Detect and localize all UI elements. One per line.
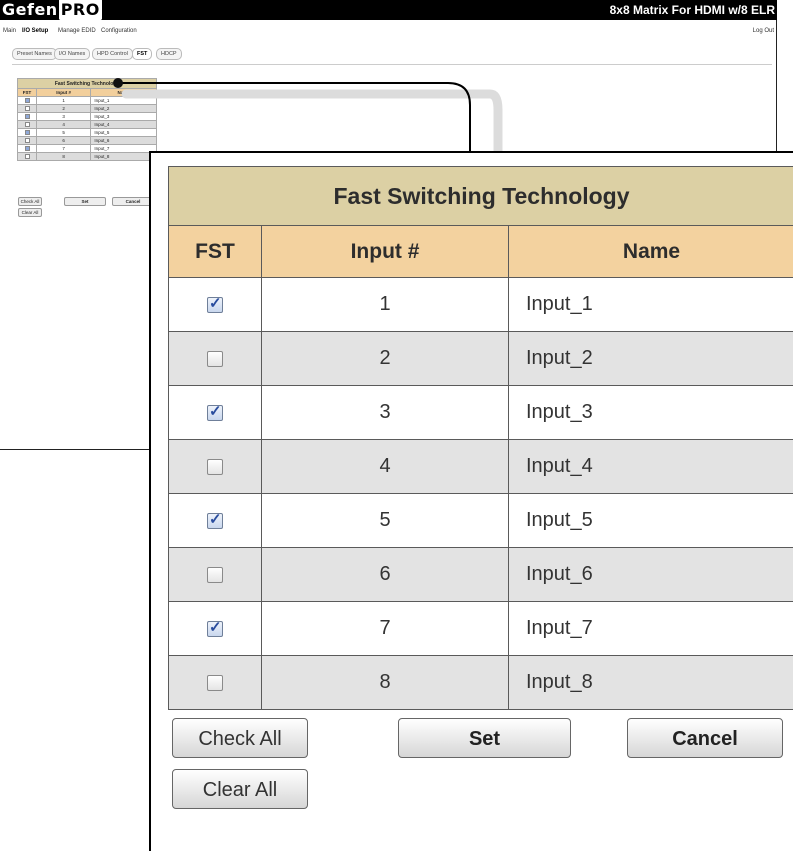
callout-dot-icon xyxy=(113,78,123,88)
cancel-button[interactable]: Cancel xyxy=(627,718,783,758)
fst-checkbox-4[interactable] xyxy=(207,459,223,475)
fst-checkbox-7[interactable] xyxy=(207,621,223,637)
input-number: 6 xyxy=(262,548,509,602)
set-button[interactable]: Set xyxy=(398,718,571,758)
fst-checkbox-2[interactable] xyxy=(207,351,223,367)
input-name: Input_4 xyxy=(509,440,793,494)
fst-table: Fast Switching Technology FST Input # Na… xyxy=(168,166,793,710)
fst-zoom-panel: Fast Switching Technology FST Input # Na… xyxy=(149,151,793,851)
input-number: 2 xyxy=(262,332,509,386)
check-all-button[interactable]: Check All xyxy=(172,718,308,758)
input-number: 1 xyxy=(262,278,509,332)
input-name: Input_3 xyxy=(509,386,793,440)
table-row: 8 Input_8 xyxy=(169,656,793,710)
header-name: Name xyxy=(509,226,793,278)
input-name: Input_5 xyxy=(509,494,793,548)
input-number: 4 xyxy=(262,440,509,494)
fst-table-title: Fast Switching Technology xyxy=(169,167,793,226)
fst-checkbox-5[interactable] xyxy=(207,513,223,529)
input-name: Input_1 xyxy=(509,278,793,332)
input-number: 5 xyxy=(262,494,509,548)
fst-checkbox-6[interactable] xyxy=(207,567,223,583)
table-row: 3 Input_3 xyxy=(169,386,793,440)
table-row: 4 Input_4 xyxy=(169,440,793,494)
table-row: 6 Input_6 xyxy=(169,548,793,602)
input-number: 8 xyxy=(262,656,509,710)
input-name: Input_6 xyxy=(509,548,793,602)
fst-checkbox-8[interactable] xyxy=(207,675,223,691)
input-name: Input_8 xyxy=(509,656,793,710)
table-row: 7 Input_7 xyxy=(169,602,793,656)
input-name: Input_2 xyxy=(509,332,793,386)
table-row: 5 Input_5 xyxy=(169,494,793,548)
input-number: 7 xyxy=(262,602,509,656)
input-name: Input_7 xyxy=(509,602,793,656)
input-number: 3 xyxy=(262,386,509,440)
header-fst: FST xyxy=(169,226,262,278)
table-row: 1 Input_1 xyxy=(169,278,793,332)
fst-checkbox-1[interactable] xyxy=(207,297,223,313)
clear-all-button[interactable]: Clear All xyxy=(172,769,308,809)
fst-checkbox-3[interactable] xyxy=(207,405,223,421)
table-row: 2 Input_2 xyxy=(169,332,793,386)
header-input-number: Input # xyxy=(262,226,509,278)
